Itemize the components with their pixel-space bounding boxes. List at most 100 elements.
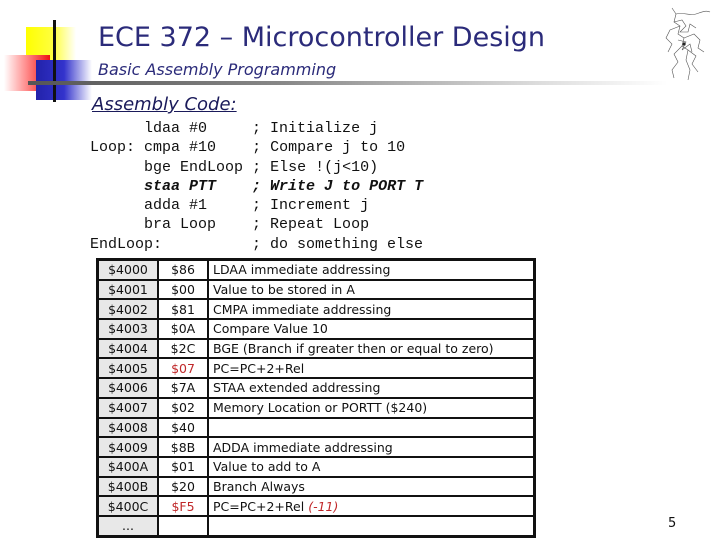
table-row: $4002 $81 CMPA immediate addressing [97,298,535,320]
description-cell: STAA extended addressing [207,377,535,399]
description-text: LDAA immediate addressing [213,262,391,278]
description-text: BGE (Branch if greater then or equal to … [213,341,494,357]
table-row: $4001 $00 Value to be stored in A [97,278,535,300]
table-row: $4007 $02 Memory Location or PORTT ($240) [97,396,535,418]
description-text: CMPA immediate addressing [213,301,392,317]
address-cell: $4008 [97,416,159,438]
value-cell: $0A [157,318,209,340]
code-comment: ; Else !(j<10) [252,158,379,176]
table-row: $4005 $07 PC=PC+2+Rel [97,357,535,379]
table-row: $4008 $40 [97,416,535,438]
value-cell: $F5 [157,495,209,517]
table-row: $400B $20 Branch Always [97,475,535,497]
code-comment: ; do something else [252,235,424,253]
description-text: Memory Location or PORTT ($240) [213,400,428,416]
value-cell: $40 [157,416,209,438]
description-cell: PC=PC+2+Rel [207,357,535,379]
value-cell: $00 [157,278,209,300]
value-cell: $7A [157,377,209,399]
description-text: Value to be stored in A [213,282,355,298]
address-cell: $400A [97,455,159,478]
value-cell: $02 [157,396,209,418]
table-row: $4004 $2C BGE (Branch if greater then or e… [97,337,535,359]
address-cell: $4000 [97,258,159,281]
address-cell: $400B [97,475,159,497]
code-label: EndLoop: [90,235,163,253]
address-cell: $4009 [97,436,159,458]
description-cell: LDAA immediate addressing [207,258,535,281]
description-cell [207,514,535,537]
description-cell: BGE (Branch if greater then or equal to … [207,337,535,359]
address-cell: $4003 [97,318,159,340]
description-cell: Branch Always [207,475,535,497]
description-text: Compare Value 10 [213,321,328,337]
sketch-illustration-icon [665,7,711,81]
section-heading: Assembly Code: [92,94,237,115]
description-text: Branch Always [213,478,305,494]
description-cell: PC=PC+2+Rel (-11) [207,495,535,517]
slide-title: ECE 372 – Microcontroller Design [98,22,546,53]
code-comment: ; Increment j [252,197,370,215]
table-row: $4003 $0A Compare Value 10 [97,318,535,340]
offset-note: (-11) [308,498,339,514]
description-cell: Value to be stored in A [207,278,535,300]
table-row: $400A $01 Value to add to A [97,455,535,478]
address-cell: $4002 [97,298,159,320]
code-instruction: ldaa #0 [144,120,208,137]
value-cell: $07 [157,357,209,379]
value-cell: $20 [157,475,209,497]
value-cell: $8B [157,436,209,458]
value-cell [157,514,209,537]
description-text: STAA extended addressing [213,380,381,396]
value-cell: $2C [157,337,209,359]
code-line: bge EndLoop ; Else !(j<10) [90,158,423,177]
description-cell: Memory Location or PORTT ($240) [207,396,535,418]
address-cell: $4001 [97,278,159,300]
code-label: Loop: [90,139,136,157]
description-cell [207,416,535,438]
value-cell: $01 [157,455,209,478]
code-instruction: bra Loop [144,216,217,234]
code-instruction: staa PTT [144,177,217,195]
code-instruction: cmpa #10 [144,139,217,157]
code-comment: ; Write J to PORT T [252,177,424,195]
code-comment: ; Compare j to 10 [252,139,406,157]
table-row: ... [97,514,535,537]
code-line: bra Loop ; Repeat Loop [90,215,423,234]
logo-vertical-line [53,20,56,102]
description-cell: Value to add to A [207,455,535,478]
value-cell: $81 [157,298,209,320]
description-text: PC=PC+2+Rel [213,498,305,514]
address-cell: $4005 [97,357,159,379]
table-row: $4009 $8B ADDA immediate addressing [97,436,535,458]
code-line: staa PTT ; Write J to PORT T [90,177,423,196]
address-cell: $4004 [97,337,159,359]
description-text: Value to add to A [213,459,321,475]
code-line: adda #1 ; Increment j [90,196,423,215]
code-instruction: bge EndLoop [144,158,244,176]
logo-blue-square [36,60,92,100]
code-line: Loop: cmpa #10 ; Compare j to 10 [90,138,423,157]
table-row: $4000 $86 LDAA immediate addressing [97,258,535,281]
description-text: PC=PC+2+Rel [213,360,305,376]
address-cell: $400C [97,495,159,517]
address-cell: $4007 [97,396,159,418]
address-cell: ... [97,514,159,537]
assembly-code-block: ldaa #0 ; Initialize j Loop: cmpa #10 ; C… [90,119,423,254]
address-cell: $4006 [97,377,159,399]
title-divider [28,81,668,85]
code-comment: ; Initialize j [252,120,379,137]
table-row: $400C $F5 PC=PC+2+Rel (-11) [97,495,535,517]
memory-table: $4000 $86 LDAA immediate addressing $4001 $0… [96,258,536,538]
description-cell: ADDA immediate addressing [207,436,535,458]
slide-subtitle: Basic Assembly Programming [98,60,337,79]
code-line: EndLoop: ; do something else [90,235,423,254]
description-cell: CMPA immediate addressing [207,298,535,320]
code-comment: ; Repeat Loop [252,216,370,234]
value-cell: $86 [157,258,209,281]
page-number: 5 [668,516,677,531]
code-line: ldaa #0 ; Initialize j [90,119,423,138]
description-cell: Compare Value 10 [207,318,535,340]
description-text: ADDA immediate addressing [213,439,393,455]
table-row: $4006 $7A STAA extended addressing [97,377,535,399]
